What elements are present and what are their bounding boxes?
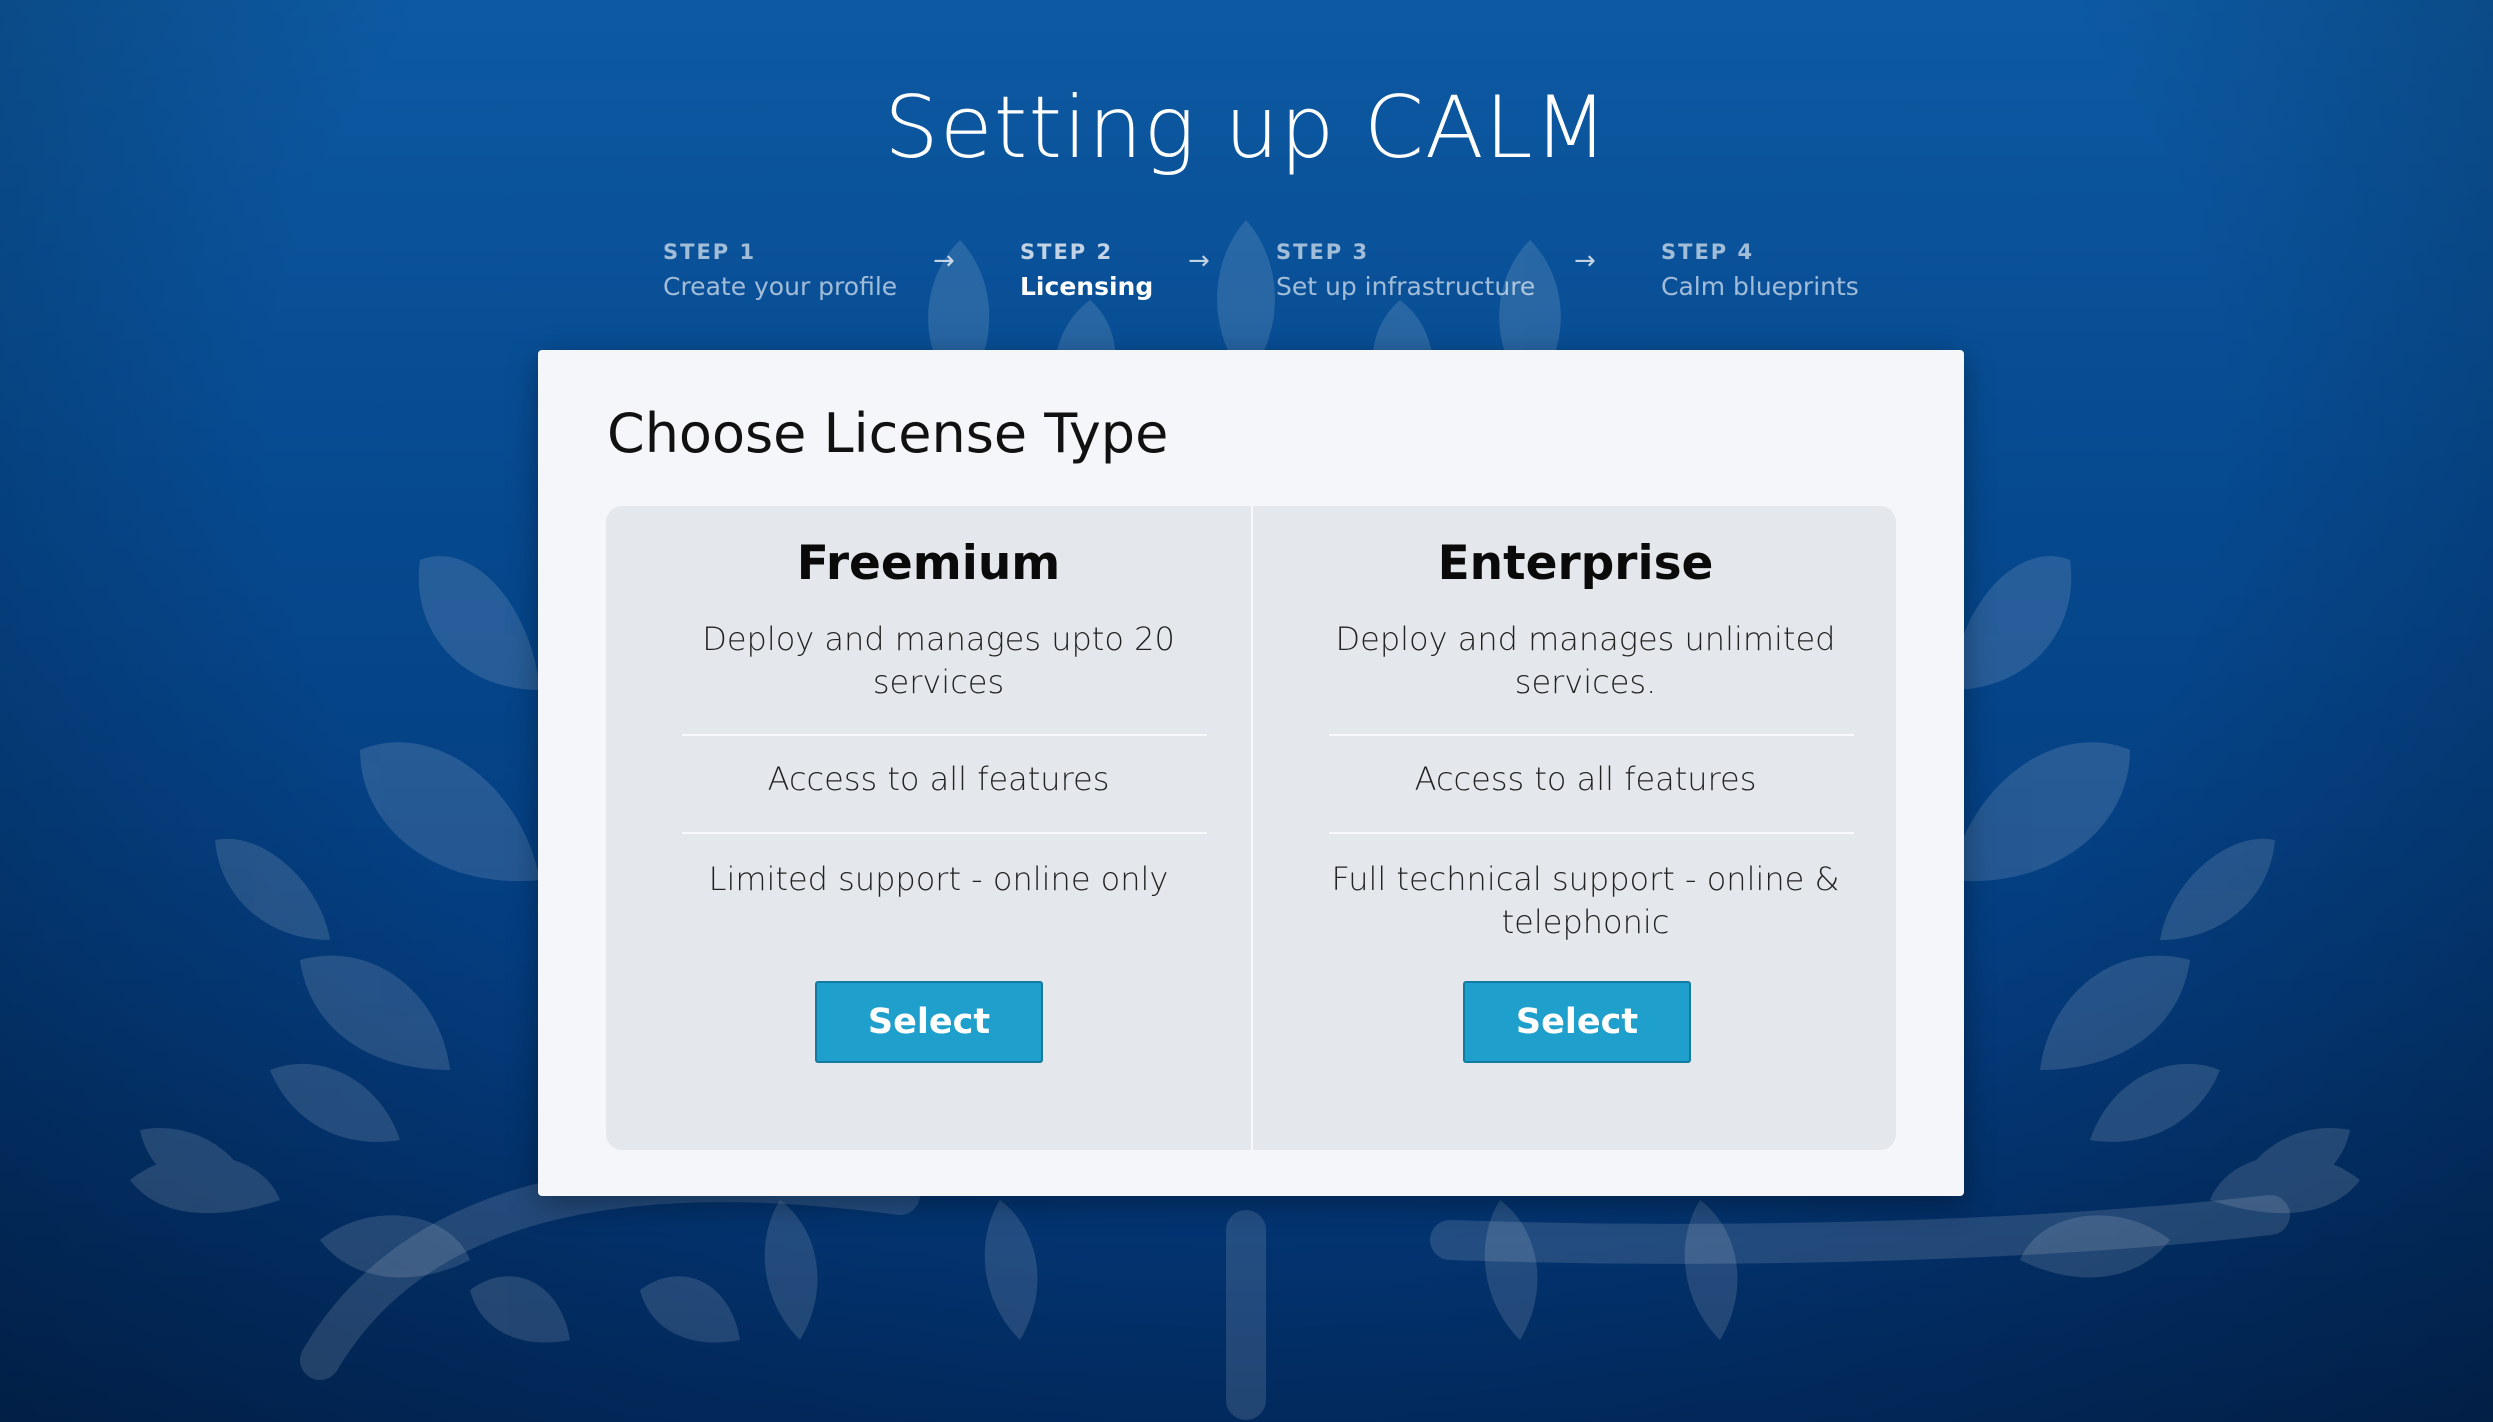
setup-stepper: STEP 1 Create your profile → STEP 2 Lice… (0, 240, 2493, 320)
plan-enterprise: Enterprise Deploy and manages unlimited … (1253, 506, 1898, 1150)
step-3[interactable]: STEP 3 Set up infrastructure (1276, 240, 1535, 301)
plan-name: Enterprise (1437, 536, 1714, 591)
arrow-right-icon: → (933, 246, 955, 276)
license-plans: Freemium Deploy and manages upto 20 serv… (606, 506, 1896, 1150)
plan-feature-services: Deploy and manages unlimited services. (1335, 620, 1836, 701)
step-number: STEP 1 (663, 240, 757, 264)
select-enterprise-button[interactable]: Select (1463, 981, 1691, 1063)
arrow-right-icon: → (1188, 246, 1210, 276)
feature-divider (1329, 832, 1854, 834)
plan-feature-services: Deploy and manages upto 20 services (702, 620, 1175, 701)
plan-name: Freemium (796, 536, 1061, 591)
step-label: Licensing (1020, 272, 1154, 301)
plan-feature-support: Full technical support - online & teleph… (1331, 860, 1840, 941)
plan-feature-access: Access to all features (1414, 760, 1757, 798)
feature-divider (1329, 734, 1854, 736)
step-label: Calm blueprints (1661, 272, 1859, 301)
plan-feature-access: Access to all features (767, 760, 1110, 798)
plan-feature-support: Limited support - online only (708, 860, 1169, 898)
modal-title: Choose License Type (607, 402, 1169, 465)
arrow-right-icon: → (1574, 246, 1596, 276)
step-4[interactable]: STEP 4 Calm blueprints (1661, 240, 1859, 301)
step-number: STEP 4 (1661, 240, 1755, 264)
license-modal: Choose License Type Freemium Deploy and … (538, 350, 1964, 1196)
step-1[interactable]: STEP 1 Create your profile (663, 240, 897, 301)
step-label: Set up infrastructure (1276, 272, 1536, 301)
step-2[interactable]: STEP 2 Licensing (1020, 240, 1153, 301)
page-title: Setting up CALM (884, 78, 1609, 178)
step-number: STEP 2 (1020, 240, 1114, 264)
plan-freemium: Freemium Deploy and manages upto 20 serv… (606, 506, 1251, 1150)
feature-divider (682, 832, 1207, 834)
step-label: Create your profile (663, 272, 898, 301)
step-number: STEP 3 (1276, 240, 1370, 264)
feature-divider (682, 734, 1207, 736)
select-freemium-button[interactable]: Select (815, 981, 1043, 1063)
